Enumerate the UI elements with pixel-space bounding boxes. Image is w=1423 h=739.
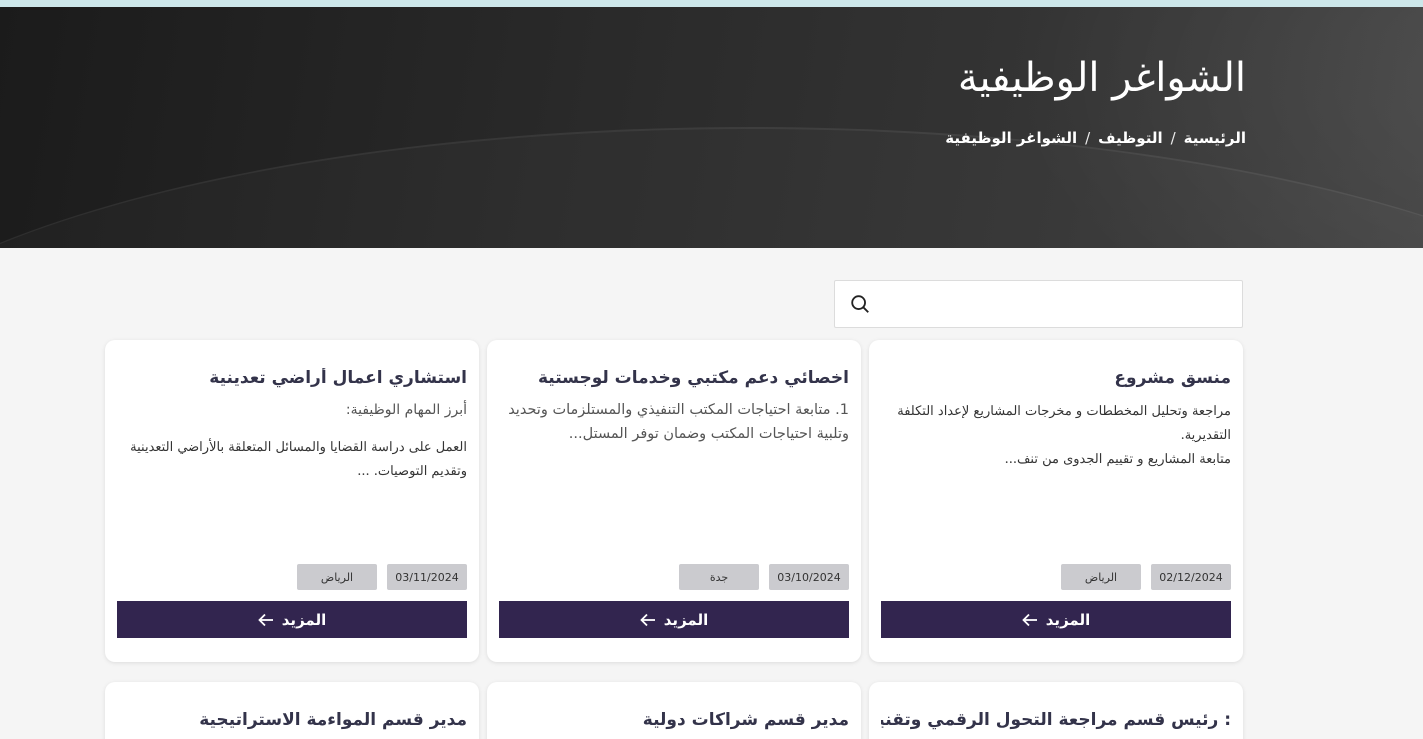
job-description: مراجعة وتحليل المخططات و مخرجات المشاريع…: [881, 400, 1231, 472]
job-card: مدير قسم المواءمة الاستراتيجية: [105, 682, 479, 739]
arrow-left-icon: [257, 613, 273, 626]
arrow-left-icon: [639, 613, 655, 626]
arrow-left-icon: [1021, 613, 1037, 626]
job-tags: 03/11/2024 الرياض: [297, 564, 467, 590]
job-title[interactable]: استشاري اعمال أراضي تعدينية: [117, 368, 467, 388]
breadcrumb-home[interactable]: الرئيسية: [1184, 129, 1246, 147]
job-title[interactable]: منسق مشروع: [881, 368, 1231, 388]
page-title: الشواغر الوظيفية: [957, 55, 1246, 101]
job-card: اخصائي دعم مكتبي وخدمات لوجستية 1. متابع…: [487, 340, 861, 662]
job-description: أبرز المهام الوظيفية: العمل على دراسة ال…: [117, 398, 467, 484]
job-description-line: 1. متابعة احتياجات المكتب التنفيذي والمس…: [508, 402, 849, 442]
breadcrumb-separator: /: [1085, 129, 1091, 147]
job-description-line: أبرز المهام الوظيفية:: [345, 402, 467, 418]
more-button[interactable]: المزيد: [881, 601, 1231, 638]
job-city-badge: الرياض: [297, 564, 377, 590]
more-button[interactable]: المزيد: [117, 601, 467, 638]
job-title[interactable]: : رئيس قسم مراجعة التحول الرقمي وتقنية: [881, 710, 1231, 730]
page-hero: الشواغر الوظيفية الرئيسية / التوظيف / ال…: [0, 7, 1423, 248]
job-tags: 02/12/2024 الرياض: [1061, 564, 1231, 590]
job-card: منسق مشروع مراجعة وتحليل المخططات و مخرج…: [869, 340, 1243, 662]
job-card: استشاري اعمال أراضي تعدينية أبرز المهام …: [105, 340, 479, 662]
breadcrumb-recruitment[interactable]: التوظيف: [1098, 129, 1162, 147]
job-title[interactable]: مدير قسم شراكات دولية: [499, 710, 849, 730]
job-city-badge: الرياض: [1061, 564, 1141, 590]
breadcrumb-separator: /: [1170, 129, 1176, 147]
job-date-badge: 02/12/2024: [1151, 564, 1231, 590]
job-card: : رئيس قسم مراجعة التحول الرقمي وتقنية: [869, 682, 1243, 739]
breadcrumb: الرئيسية / التوظيف / الشواغر الوظيفية: [945, 129, 1246, 147]
more-label: المزيد: [663, 610, 709, 629]
job-description-line: متابعة المشاريع و تقييم الجدوى من تنف...: [1004, 452, 1231, 467]
breadcrumb-current: الشواغر الوظيفية: [945, 129, 1078, 147]
job-description: 1. متابعة احتياجات المكتب التنفيذي والمس…: [499, 398, 849, 446]
job-title[interactable]: اخصائي دعم مكتبي وخدمات لوجستية: [499, 368, 849, 388]
top-accent-bar: [0, 0, 1423, 7]
job-date-badge: 03/10/2024: [769, 564, 849, 590]
job-description-line: مراجعة وتحليل المخططات و مخرجات المشاريع…: [897, 404, 1231, 443]
job-card: مدير قسم شراكات دولية: [487, 682, 861, 739]
job-tags: 03/10/2024 جدة: [679, 564, 849, 590]
more-label: المزيد: [1045, 610, 1091, 629]
more-button[interactable]: المزيد: [499, 601, 849, 638]
more-label: المزيد: [281, 610, 327, 629]
job-description-line: العمل على دراسة القضايا والمسائل المتعلق…: [130, 440, 467, 479]
search-input[interactable]: [875, 281, 1235, 327]
job-city-badge: جدة: [679, 564, 759, 590]
job-date-badge: 03/11/2024: [387, 564, 467, 590]
job-title[interactable]: مدير قسم المواءمة الاستراتيجية: [117, 710, 467, 730]
search-box: [834, 280, 1243, 328]
search-icon[interactable]: [849, 293, 871, 315]
